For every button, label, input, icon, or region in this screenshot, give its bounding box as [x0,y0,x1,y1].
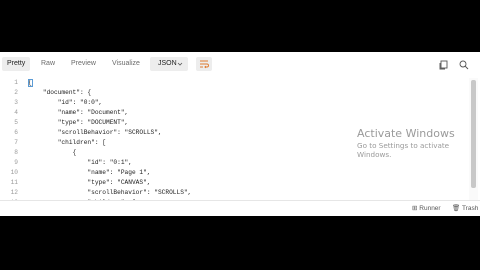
code-text: "id": "0:1", [28,159,132,166]
tab-visualize[interactable]: Visualize [112,58,140,70]
line-number: 7 [14,139,18,146]
wrap-lines-icon [200,60,209,69]
response-toolbar: Pretty Raw Preview Visualize JSON [0,52,480,76]
line-number: 10 [10,169,18,176]
line-number: 6 [14,129,18,136]
code-text: "id": "0:0", [28,99,103,106]
format-select[interactable]: JSON [150,57,188,71]
code-line: 2 "document": { [0,88,460,98]
tab-raw[interactable]: Raw [41,58,55,70]
activate-windows-subtitle: Go to Settings to activate Windows. [357,141,450,159]
code-text: "document": { [28,89,92,96]
runner-button[interactable]: ⊞ Runner [412,204,441,212]
format-select-value: JSON [158,60,177,67]
code-line: 3 "id": "0:0", [0,98,460,108]
code-text: "name": "Page 1", [28,169,151,176]
tab-pretty[interactable]: Pretty [2,57,31,71]
line-number: 1 [14,79,18,86]
line-number: 4 [14,109,18,116]
wrap-lines-button[interactable] [196,57,212,71]
code-line: 9 "id": "0:1", [0,158,460,168]
status-bar: ⊞ Runner 🗑 Trash [0,200,480,216]
activate-windows-title: Activate Windows [357,127,455,140]
code-line: 11 "type": "CANVAS", [0,178,460,188]
code-text: "children": [ [28,139,106,146]
line-number: 11 [10,179,18,186]
bracket-highlight [28,79,33,87]
tab-preview[interactable]: Preview [71,58,96,70]
copy-icon[interactable] [437,58,449,70]
scrollbar-thumb[interactable] [471,80,476,188]
chevron-down-icon [177,57,183,77]
code-line: 10 "name": "Page 1", [0,168,460,178]
code-text: "scrollBehavior": "SCROLLS", [28,189,192,196]
code-line: 1{ [0,78,460,88]
trash-button[interactable]: 🗑 Trash [452,204,478,212]
trash-icon: 🗑 [452,205,462,212]
code-text: "scrollBehavior": "SCROLLS", [28,129,162,136]
code-line: 12 "scrollBehavior": "SCROLLS", [0,188,460,198]
line-number: 9 [14,159,18,166]
code-line: 4 "name": "Document", [0,108,460,118]
line-number: 8 [14,149,18,156]
line-number: 2 [14,89,18,96]
line-number: 3 [14,99,18,106]
code-text: { [28,149,77,156]
code-text: "type": "DOCUMENT", [28,119,129,126]
code-text: "type": "CANVAS", [28,179,151,186]
code-text: "name": "Document", [28,109,129,116]
line-number: 12 [10,189,18,196]
vertical-scrollbar[interactable] [469,78,478,200]
search-icon[interactable] [458,58,470,70]
line-number: 5 [14,119,18,126]
